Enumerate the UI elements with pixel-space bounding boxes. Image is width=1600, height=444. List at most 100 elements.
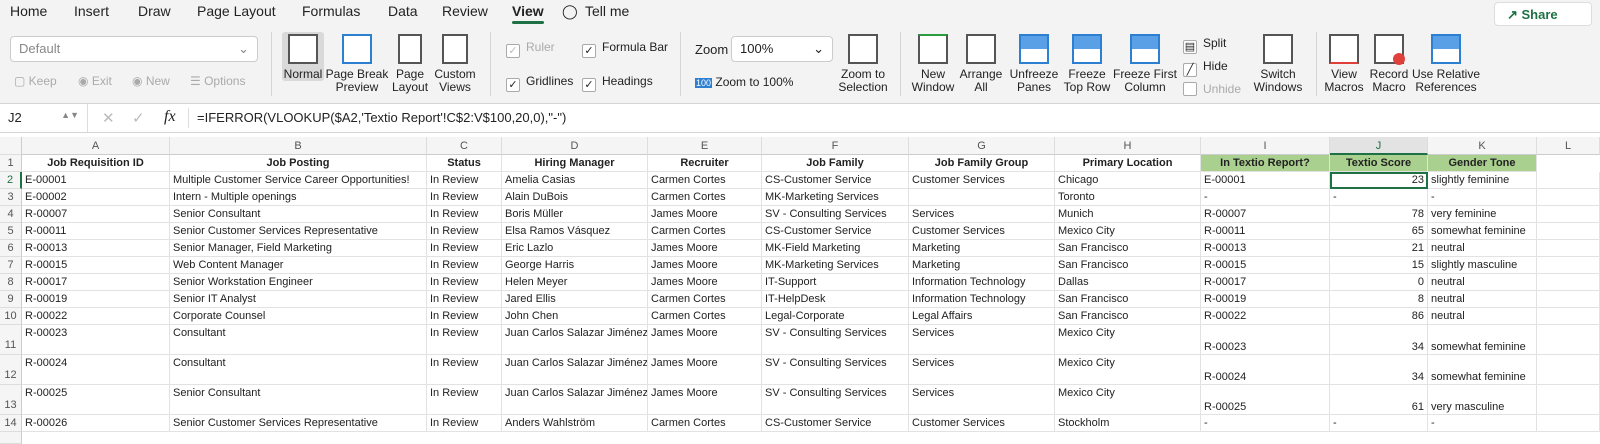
hide-button[interactable]: ╱ Hide <box>1183 59 1228 77</box>
table-cell[interactable]: Mexico City <box>1055 223 1201 240</box>
custom-views-button[interactable]: Custom Views <box>432 34 478 94</box>
table-cell[interactable]: neutral <box>1428 291 1537 308</box>
column-header-h[interactable]: H <box>1055 137 1201 155</box>
row-header[interactable]: 8 <box>0 274 22 291</box>
gridlines-checkbox[interactable]: ✓ Gridlines <box>506 74 573 92</box>
table-cell[interactable]: 61 <box>1330 385 1428 415</box>
table-cell[interactable]: 23 <box>1330 172 1428 189</box>
table-cell[interactable]: - <box>1201 415 1330 432</box>
name-box[interactable]: J2 ▲▼ <box>0 104 88 132</box>
table-cell[interactable]: very masculine <box>1428 385 1537 415</box>
column-header-k[interactable]: K <box>1428 137 1537 155</box>
row-header[interactable]: 3 <box>0 189 22 206</box>
table-cell[interactable]: Amelia Casias <box>502 172 648 189</box>
table-cell[interactable]: somewhat feminine <box>1428 325 1537 355</box>
row-header[interactable]: 1 <box>0 155 22 172</box>
table-cell[interactable]: Senior Consultant <box>170 206 427 223</box>
column-header-g[interactable]: G <box>909 137 1055 155</box>
row-header[interactable]: 13 <box>0 385 22 415</box>
table-cell[interactable]: E-00001 <box>22 172 170 189</box>
empty-cell[interactable] <box>1537 240 1600 257</box>
table-cell[interactable]: San Francisco <box>1055 257 1201 274</box>
table-cell[interactable]: Consultant <box>170 325 427 355</box>
row-header[interactable]: 7 <box>0 257 22 274</box>
table-cell[interactable]: 8 <box>1330 291 1428 308</box>
table-cell[interactable]: R-00017 <box>1201 274 1330 291</box>
table-cell[interactable]: somewhat feminine <box>1428 355 1537 385</box>
zoom-select[interactable]: 100% ⌄ <box>731 36 833 62</box>
headings-checkbox[interactable]: ✓ Headings <box>582 74 653 92</box>
table-cell[interactable]: Senior Workstation Engineer <box>170 274 427 291</box>
table-cell[interactable]: Corporate Counsel <box>170 308 427 325</box>
table-cell[interactable]: Senior IT Analyst <box>170 291 427 308</box>
empty-cell[interactable] <box>1537 355 1600 385</box>
row-header[interactable]: 9 <box>0 291 22 308</box>
view-macros-button[interactable]: View Macros <box>1322 34 1366 94</box>
column-header-f[interactable]: F <box>762 137 909 155</box>
table-cell[interactable]: In Review <box>427 308 502 325</box>
table-cell[interactable]: Munich <box>1055 206 1201 223</box>
table-cell[interactable]: SV - Consulting Services <box>762 385 909 415</box>
column-header-e[interactable]: E <box>648 137 762 155</box>
table-cell[interactable]: SV - Consulting Services <box>762 325 909 355</box>
table-cell[interactable]: Intern - Multiple openings <box>170 189 427 206</box>
table-cell[interactable]: R-00024 <box>1201 355 1330 385</box>
tab-draw[interactable]: Draw <box>138 3 171 19</box>
empty-cell[interactable] <box>1537 274 1600 291</box>
table-cell[interactable]: 21 <box>1330 240 1428 257</box>
row-header[interactable]: 4 <box>0 206 22 223</box>
table-cell[interactable]: In Review <box>427 355 502 385</box>
table-cell[interactable]: Services <box>909 355 1055 385</box>
table-cell[interactable]: James Moore <box>648 385 762 415</box>
table-cell[interactable]: Senior Customer Services Representative <box>170 415 427 432</box>
tell-me-search[interactable]: Tell me <box>585 3 629 19</box>
table-cell[interactable]: R-00019 <box>22 291 170 308</box>
table-cell[interactable]: Carmen Cortes <box>648 172 762 189</box>
unhide-button[interactable]: Unhide <box>1183 82 1241 96</box>
ruler-checkbox[interactable]: ✓ Ruler <box>506 40 555 58</box>
zoom-to-selection-button[interactable]: Zoom to Selection <box>836 34 890 94</box>
table-cell[interactable]: John Chen <box>502 308 648 325</box>
arrange-all-button[interactable]: Arrange All <box>958 34 1004 94</box>
table-cell[interactable]: Helen Meyer <box>502 274 648 291</box>
table-cell[interactable]: - <box>1330 415 1428 432</box>
empty-cell[interactable] <box>1537 325 1600 355</box>
row-header[interactable] <box>0 432 22 444</box>
page-break-preview-button[interactable]: Page Break Preview <box>325 34 389 94</box>
page-layout-view-button[interactable]: Page Layout <box>392 34 428 94</box>
table-cell[interactable]: - <box>1428 189 1537 206</box>
table-cell[interactable]: R-00022 <box>22 308 170 325</box>
table-cell[interactable]: R-00023 <box>1201 325 1330 355</box>
table-cell[interactable]: R-00023 <box>22 325 170 355</box>
use-relative-references-button[interactable]: Use Relative References <box>1410 34 1482 94</box>
table-cell[interactable]: Marketing <box>909 257 1055 274</box>
table-cell[interactable]: IT-HelpDesk <box>762 291 909 308</box>
table-cell[interactable]: Customer Services <box>909 223 1055 240</box>
table-cell[interactable]: CS-Customer Service <box>762 223 909 240</box>
table-cell[interactable]: E-00002 <box>22 189 170 206</box>
table-cell[interactable]: 0 <box>1330 274 1428 291</box>
table-cell[interactable]: James Moore <box>648 206 762 223</box>
table-cell[interactable]: SV - Consulting Services <box>762 206 909 223</box>
table-cell[interactable]: Boris Müller <box>502 206 648 223</box>
table-cell[interactable]: In Review <box>427 240 502 257</box>
cancel-icon[interactable]: ✕ <box>102 109 115 127</box>
column-header-a[interactable]: A <box>22 137 170 155</box>
empty-cell[interactable] <box>1537 223 1600 240</box>
table-cell[interactable]: James Moore <box>648 325 762 355</box>
table-cell[interactable]: In Review <box>427 257 502 274</box>
table-cell[interactable]: Carmen Cortes <box>648 189 762 206</box>
table-cell[interactable]: San Francisco <box>1055 291 1201 308</box>
row-header[interactable]: 2 <box>0 172 22 189</box>
tab-data[interactable]: Data <box>388 3 418 19</box>
table-cell[interactable]: R-00019 <box>1201 291 1330 308</box>
table-cell[interactable]: R-00017 <box>22 274 170 291</box>
insert-function-icon[interactable]: fx <box>164 108 176 126</box>
table-cell[interactable]: E-00001 <box>1201 172 1330 189</box>
table-cell[interactable]: - <box>1428 415 1537 432</box>
table-cell[interactable]: R-00024 <box>22 355 170 385</box>
table-cell[interactable]: Information Technology <box>909 291 1055 308</box>
table-cell[interactable]: Dallas <box>1055 274 1201 291</box>
table-cell[interactable]: In Review <box>427 172 502 189</box>
table-cell[interactable]: 15 <box>1330 257 1428 274</box>
